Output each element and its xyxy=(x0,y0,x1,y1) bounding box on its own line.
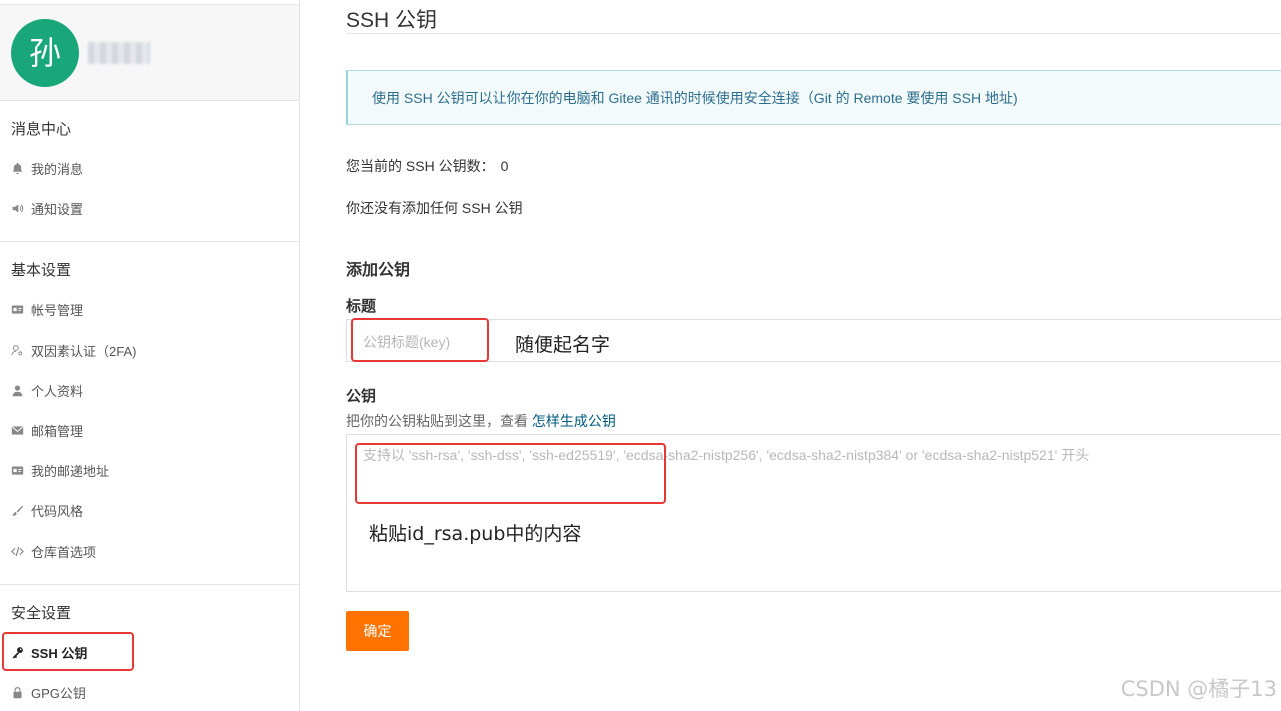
add-key-heading: 添加公钥 xyxy=(346,262,411,279)
sidebar-item-label: 邮箱管理 xyxy=(31,423,84,439)
sidebar-item-label: 代码风格 xyxy=(31,503,84,519)
key-title-input[interactable] xyxy=(361,320,665,363)
ssh-key-count: 您当前的 SSH 公钥数： 0 xyxy=(346,156,508,176)
sidebar-item-code-style[interactable]: 代码风格 xyxy=(10,500,83,520)
sidebar-item-label: 个人资料 xyxy=(31,383,84,399)
info-message: 使用 SSH 公钥可以让你在你的电脑和 Gitee 通讯的时候使用安全连接（Gi… xyxy=(346,70,1281,125)
sidebar-item-address[interactable]: 我的邮递地址 xyxy=(10,460,109,480)
user-key-icon xyxy=(10,343,24,357)
title-divider xyxy=(346,33,1281,34)
sidebar-item-label: 我的邮递地址 xyxy=(31,463,110,479)
key-annotation: 粘贴id_rsa.pub中的内容 xyxy=(369,523,582,545)
sidebar-item-gpg-keys[interactable]: GPG公钥 xyxy=(10,682,86,702)
sidebar-item-my-messages[interactable]: 我的消息 xyxy=(10,158,83,178)
public-key-textarea[interactable] xyxy=(361,443,1275,587)
lock-icon xyxy=(10,685,24,699)
sidebar-item-ssh-keys[interactable]: SSH 公钥 xyxy=(10,642,87,662)
sidebar-item-label: 通知设置 xyxy=(31,201,84,217)
title-annotation: 随便起名字 xyxy=(515,334,611,356)
sidebar-item-label: 帐号管理 xyxy=(31,302,84,318)
envelope-icon xyxy=(10,423,24,437)
address-card-icon xyxy=(10,463,24,477)
key-hint-text: 把你的公钥粘贴到这里，查看 xyxy=(346,413,532,429)
title-field-container xyxy=(346,319,1281,363)
sidebar-item-repo-preferences[interactable]: 仓库首选项 xyxy=(10,541,96,561)
sidebar-item-profile[interactable]: 个人资料 xyxy=(10,380,83,400)
sidebar-divider xyxy=(0,241,299,242)
id-card-icon xyxy=(10,302,24,316)
brush-icon xyxy=(10,503,24,517)
how-to-generate-key-link[interactable]: 怎样生成公钥 xyxy=(532,413,616,429)
user-icon xyxy=(10,383,24,397)
ssh-key-count-label: 您当前的 SSH 公钥数： xyxy=(346,158,495,174)
ssh-key-count-value: 0 xyxy=(500,158,509,174)
sidebar-item-label: GPG公钥 xyxy=(31,685,86,701)
key-icon xyxy=(10,645,24,659)
code-icon xyxy=(10,544,24,558)
settings-sidebar: 孙 消息中心 我的消息 通知设置 基本设置 帐号管理 双因素认证（2FA) 个人… xyxy=(0,0,300,711)
avatar[interactable]: 孙 xyxy=(11,19,79,87)
sidebar-item-label: SSH 公钥 xyxy=(31,645,88,661)
title-field-label: 标题 xyxy=(346,298,377,315)
sidebar-item-label: 我的消息 xyxy=(31,161,84,177)
key-textarea-container xyxy=(346,434,1281,592)
username-blurred xyxy=(88,42,150,64)
sidebar-divider xyxy=(0,584,299,585)
section-title-basic: 基本设置 xyxy=(11,262,72,279)
no-keys-text: 你还没有添加任何 SSH 公钥 xyxy=(346,200,523,216)
section-title-message: 消息中心 xyxy=(11,121,72,138)
watermark: CSDN @橘子13 xyxy=(1120,677,1277,701)
bell-icon xyxy=(10,161,24,175)
sidebar-item-account[interactable]: 帐号管理 xyxy=(10,299,83,319)
key-hint: 把你的公钥粘贴到这里，查看 怎样生成公钥 xyxy=(346,411,616,431)
speaker-icon xyxy=(10,201,24,215)
sidebar-item-email[interactable]: 邮箱管理 xyxy=(10,420,83,440)
page-title: SSH 公钥 xyxy=(346,9,438,32)
sidebar-item-2fa[interactable]: 双因素认证（2FA) xyxy=(10,340,136,360)
profile-header: 孙 xyxy=(0,4,299,101)
submit-button[interactable]: 确定 xyxy=(346,611,409,651)
sidebar-item-notification-settings[interactable]: 通知设置 xyxy=(10,198,83,218)
key-field-label: 公钥 xyxy=(346,388,377,405)
section-title-security: 安全设置 xyxy=(11,605,72,622)
sidebar-item-label: 仓库首选项 xyxy=(31,544,97,560)
sidebar-item-label: 双因素认证（2FA) xyxy=(31,343,137,359)
